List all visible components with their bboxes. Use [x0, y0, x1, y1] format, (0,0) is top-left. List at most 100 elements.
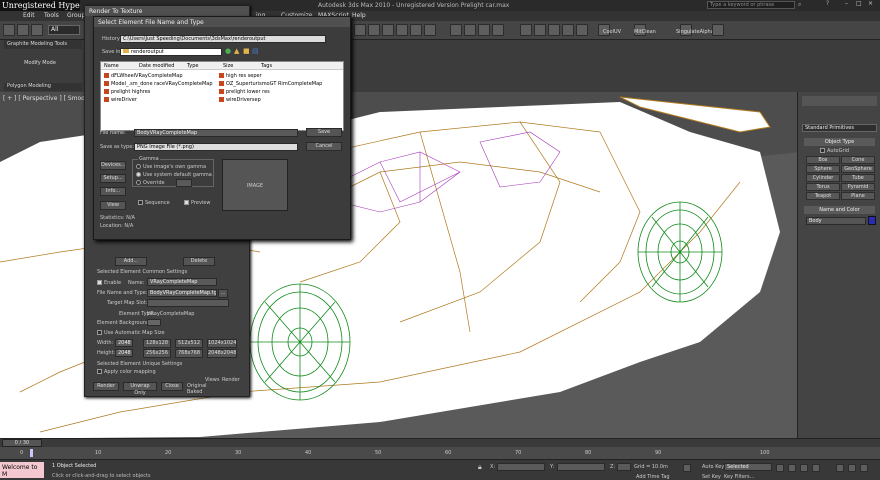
script-icon-5[interactable]: [576, 24, 588, 36]
unwrap-only-button[interactable]: Unwrap Only: [123, 382, 157, 396]
command-panel-tabs[interactable]: [802, 96, 877, 106]
schematic-icon[interactable]: [424, 24, 436, 36]
file-item[interactable]: prelight lower res: [219, 89, 270, 95]
prev-frame-icon[interactable]: [776, 464, 784, 472]
render-setup-icon[interactable]: [464, 24, 476, 36]
close-icon[interactable]: ×: [868, 0, 873, 7]
auto-key-button[interactable]: Auto Key: [702, 464, 724, 470]
next-frame-icon[interactable]: [800, 464, 808, 472]
file-item[interactable]: high res seper: [219, 73, 262, 79]
menu-tools[interactable]: Tools: [44, 12, 59, 19]
size-256-button[interactable]: 256x256: [143, 349, 171, 358]
torus-button[interactable]: Torus: [806, 183, 840, 191]
render-button[interactable]: Render: [93, 382, 119, 391]
go-start-icon[interactable]: [683, 464, 691, 472]
search-icon[interactable]: ⌕: [798, 1, 801, 9]
z-coordinate-field[interactable]: [617, 463, 631, 471]
file-name-input[interactable]: BodyVRayCompleteMap: [134, 129, 298, 137]
selection-filter-dropdown[interactable]: All: [48, 25, 80, 35]
tube-button[interactable]: Tube: [841, 174, 875, 182]
height-spinner[interactable]: 2048: [115, 349, 133, 357]
polygon-modeling-panel[interactable]: Polygon Modeling: [4, 83, 82, 91]
script-icon-3[interactable]: [548, 24, 560, 36]
file-item[interactable]: wireDriversep: [219, 97, 261, 103]
browse-file-button[interactable]: …: [218, 289, 228, 298]
add-element-button[interactable]: Add...: [115, 257, 147, 266]
script-icon-2[interactable]: [534, 24, 546, 36]
search-input[interactable]: Type a keyword or phrase: [707, 1, 795, 9]
sequence-checkbox[interactable]: Sequence: [138, 200, 170, 206]
help-icon[interactable]: ?: [826, 0, 829, 7]
new-folder-icon[interactable]: ■: [243, 47, 250, 55]
mirror-icon[interactable]: [354, 24, 366, 36]
gamma-system-radio[interactable]: Use system default gamma: [136, 172, 212, 178]
save-as-type-dropdown[interactable]: PNG Image File (*.png): [134, 143, 298, 151]
x-coordinate-field[interactable]: [497, 463, 545, 471]
bind-icon[interactable]: [31, 24, 43, 36]
rendered-frame-icon[interactable]: [478, 24, 490, 36]
time-slider[interactable]: 0 / 30: [0, 438, 880, 447]
gamma-override-radio[interactable]: Override: [136, 180, 165, 186]
history-dropdown[interactable]: C:\Users\Just Speeding\Documents\3dsMax\…: [120, 35, 326, 43]
cancel-button[interactable]: Cancel: [306, 142, 342, 151]
delete-element-button[interactable]: Delete: [183, 257, 215, 266]
size-768-button[interactable]: 768x768: [175, 349, 203, 358]
cone-button[interactable]: Cone: [841, 156, 875, 164]
menu-help[interactable]: Help: [352, 12, 366, 19]
file-list[interactable]: Name Date modified Type Size Tags dFLWhe…: [100, 61, 344, 131]
graphite-modeling-tools-tab[interactable]: Graphite Modeling Tools: [4, 40, 82, 49]
size-512-button[interactable]: 512x512: [175, 339, 203, 348]
lock-icon[interactable]: 🔒︎: [478, 463, 482, 472]
back-icon[interactable]: ●: [225, 47, 231, 55]
modify-mode-button[interactable]: Modify Mode: [4, 60, 76, 69]
up-folder-icon[interactable]: ▲: [234, 47, 239, 55]
column-tags[interactable]: Tags: [261, 63, 272, 69]
geosphere-button[interactable]: GeoSphere: [841, 165, 875, 173]
size-2048-button[interactable]: 2048x2048: [207, 349, 237, 358]
view-button[interactable]: View: [100, 201, 126, 210]
link-icon[interactable]: [3, 24, 15, 36]
object-name-field[interactable]: Body: [806, 217, 866, 225]
file-item[interactable]: OZ_SuperturismoGT RimCompleteMap: [219, 81, 322, 87]
element-name-field[interactable]: VRayCompleteMap: [147, 278, 217, 286]
sphere-button[interactable]: Sphere: [806, 165, 840, 173]
column-type[interactable]: Type: [187, 63, 198, 69]
plane-button[interactable]: Plane: [841, 192, 875, 200]
material-editor-icon[interactable]: [450, 24, 462, 36]
key-filters-button[interactable]: Key Filters...: [724, 474, 754, 480]
file-item[interactable]: wireDriver: [104, 97, 137, 103]
object-type-rollout[interactable]: Object Type: [804, 138, 875, 146]
render-icon[interactable]: [492, 24, 504, 36]
menu-group[interactable]: Group: [67, 12, 85, 19]
teapot-button[interactable]: Teapot: [806, 192, 840, 200]
save-button[interactable]: Save: [306, 128, 342, 137]
view-menu-icon[interactable]: ▤: [252, 47, 259, 55]
cylinder-button[interactable]: Cylinder: [806, 174, 840, 182]
align-icon[interactable]: [368, 24, 380, 36]
key-mode-dropdown[interactable]: Selected: [724, 463, 772, 471]
save-in-dropdown[interactable]: renderoutput: [120, 48, 222, 56]
gamma-own-radio[interactable]: Use image's own gamma: [136, 164, 206, 170]
extra-tool-icon[interactable]: [712, 24, 724, 36]
graphite-icon[interactable]: [396, 24, 408, 36]
script-icon-1[interactable]: [520, 24, 532, 36]
primitive-type-dropdown[interactable]: Standard Primitives: [802, 124, 877, 132]
y-coordinate-field[interactable]: [557, 463, 605, 471]
orbit-icon[interactable]: [860, 464, 868, 472]
file-item[interactable]: dFLWheelVRayCompleteMap: [104, 73, 183, 79]
auto-map-size-checkbox[interactable]: Use Automatic Map Size: [97, 330, 165, 336]
track-bar[interactable]: 0 10 20 30 40 50 60 70 80 90 100: [0, 447, 880, 459]
script-icon-4[interactable]: [562, 24, 574, 36]
maximize-icon[interactable]: □: [856, 0, 862, 7]
element-background-swatch[interactable]: [147, 319, 161, 326]
close-button[interactable]: Close: [161, 382, 183, 391]
apply-color-mapping-checkbox[interactable]: Apply color mapping: [97, 369, 156, 375]
go-end-icon[interactable]: [812, 464, 820, 472]
maxscript-listener[interactable]: Welcome to M: [0, 462, 44, 478]
unlink-icon[interactable]: [17, 24, 29, 36]
pan-icon[interactable]: [848, 464, 856, 472]
zoom-icon[interactable]: [836, 464, 844, 472]
setup-button[interactable]: Setup...: [100, 174, 126, 183]
set-key-button[interactable]: Set Key: [702, 474, 721, 480]
menu-edit[interactable]: Edit: [23, 12, 35, 19]
